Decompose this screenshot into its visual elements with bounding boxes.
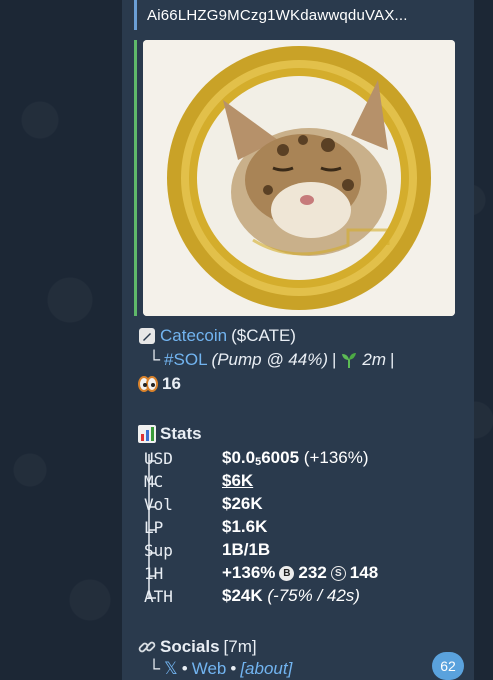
stat-row-vol: Vol $26K [144, 494, 263, 514]
token-title-line: Catecoin ($CATE) [138, 326, 296, 346]
link-icon [138, 638, 156, 656]
stat-row-usd: USD $0.056005 (+136%) [144, 448, 369, 468]
socials-title: Socials [160, 637, 220, 656]
contract-address-quote[interactable]: Ai66LHZG9MCzg1WKdawwqduVAX... [134, 0, 464, 30]
buy-coin-icon: B [279, 565, 295, 581]
stat-value-lp: $1.6K [222, 517, 268, 536]
web-link[interactable]: Web [192, 659, 227, 679]
token-image[interactable] [143, 40, 455, 316]
seedling-icon [340, 351, 358, 369]
token-age: 2m [362, 350, 387, 369]
separator-2: | [390, 350, 395, 369]
token-name-link[interactable]: Catecoin [160, 326, 227, 346]
x-link[interactable]: 𝕏 [164, 659, 178, 679]
token-ticker: ($CATE) [231, 326, 296, 345]
sells-count: 148 [349, 563, 379, 582]
watchers-count: 16 [162, 374, 181, 393]
watchers-line: 16 [138, 374, 181, 394]
socials-links-line: └ 𝕏 • Web • [about] [148, 659, 292, 679]
stat-row-sup: Sup 1B/1B [144, 540, 270, 560]
link-separator: • [181, 659, 188, 678]
media-preview[interactable] [134, 40, 464, 316]
stat-value-sup: 1B/1B [222, 540, 271, 559]
tree-branch: └ [148, 350, 161, 369]
pump-progress: (Pump @ 44%) [211, 350, 328, 369]
chain-info-line: └ #SOL (Pump @ 44%) | 2m | [148, 350, 394, 370]
link-separator: • [230, 659, 237, 678]
unread-count-badge[interactable]: 62 [432, 652, 464, 680]
catecoin-logo-image [143, 40, 455, 316]
message-bubble: Ai66LHZG9MCzg1WKdawwqduVAX... Catecoin (… [122, 0, 474, 680]
stat-value-ath: $24K (-75% / 42s) [222, 586, 360, 605]
chain-hashtag[interactable]: #SOL [164, 350, 207, 370]
bar-chart-icon [138, 425, 156, 443]
stat-row-ath: ATH $24K (-75% / 42s) [144, 586, 360, 606]
socials-header: Socials [7m] [138, 637, 257, 657]
about-link[interactable]: [about] [240, 659, 292, 679]
buys-count: 232 [298, 563, 327, 582]
eyes-icon [138, 376, 158, 392]
tree-branch: └ [148, 659, 161, 678]
stat-value-usd: $0.056005 (+136%) [222, 448, 369, 468]
stat-row-lp: LP $1.6K [144, 517, 267, 537]
stats-tree-lines [148, 454, 156, 599]
separator: | [332, 350, 337, 369]
stat-value-1h: +136% [222, 563, 276, 582]
stats-header: Stats [138, 424, 202, 444]
stat-row-mc: MC $6K [144, 471, 253, 491]
socials-age: [7m] [223, 637, 257, 656]
stat-row-1h: 1H +136% B 232 S 148 [144, 563, 378, 583]
pencil-icon [138, 327, 156, 345]
stat-value-vol: $26K [222, 494, 263, 513]
sell-coin-icon: S [330, 565, 346, 581]
contract-address-text[interactable]: Ai66LHZG9MCzg1WKdawwqduVAX... [147, 7, 408, 24]
stat-value-mc[interactable]: $6K [222, 471, 253, 491]
stats-title: Stats [160, 424, 202, 443]
